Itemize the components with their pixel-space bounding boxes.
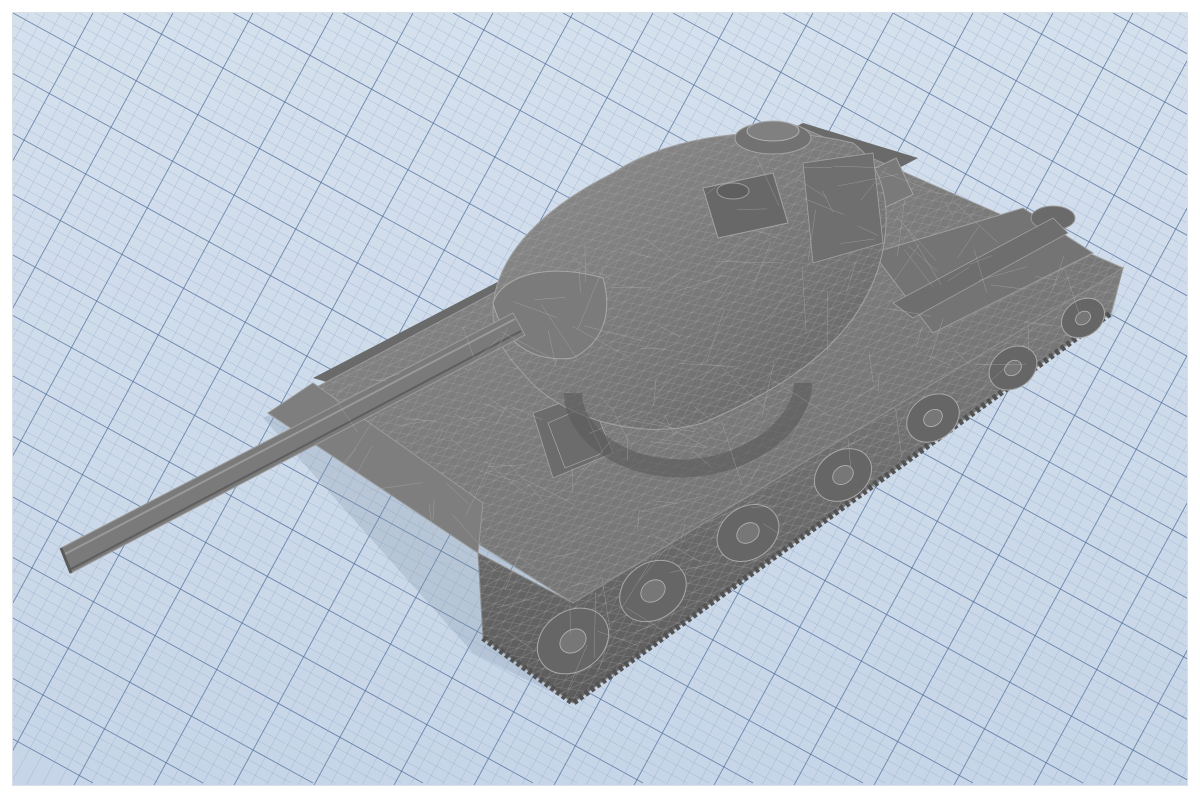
app-frame xyxy=(0,0,1200,800)
turret-side-box xyxy=(802,152,884,264)
cupola-top xyxy=(746,120,800,142)
3d-viewport[interactable] xyxy=(12,12,1188,786)
scene-canvas[interactable] xyxy=(13,13,1188,786)
periscope xyxy=(716,182,750,200)
